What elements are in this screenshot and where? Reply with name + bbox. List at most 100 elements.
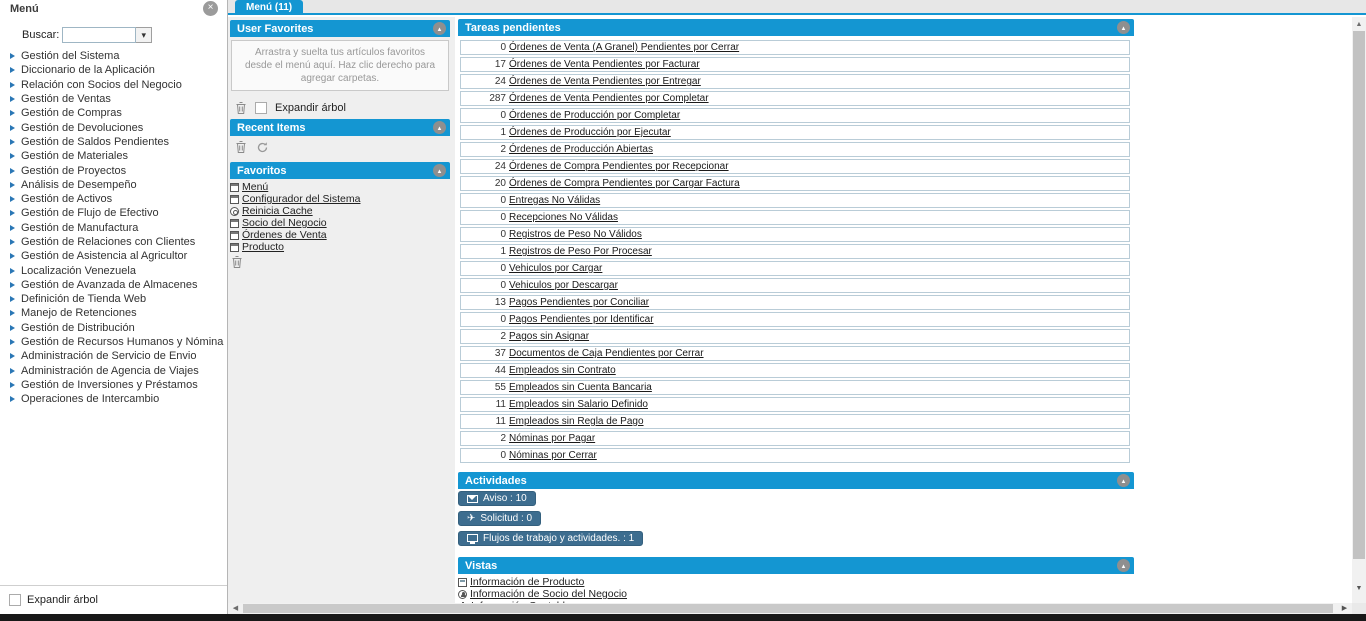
sidebar-menu-item[interactable]: Gestión de Manufactura: [10, 221, 225, 235]
sidebar-menu-item[interactable]: Gestión de Avanzada de Almacenes: [10, 278, 225, 292]
scroll-down-icon[interactable]: [1352, 583, 1366, 595]
scroll-right-icon[interactable]: [1338, 603, 1351, 614]
favorite-link[interactable]: Órdenes de Venta: [242, 229, 327, 241]
sidebar-menu-item[interactable]: Gestión de Flujo de Efectivo: [10, 206, 225, 220]
task-link[interactable]: Órdenes de Compra Pendientes por Recepci…: [509, 161, 729, 172]
chevron-right-icon[interactable]: [10, 82, 15, 88]
task-link[interactable]: Órdenes de Venta Pendientes por Completa…: [509, 93, 709, 104]
sidebar-menu-item[interactable]: Gestión de Compras: [10, 106, 225, 120]
favorite-link[interactable]: Menú: [242, 181, 268, 193]
expand-tree-checkbox[interactable]: [9, 594, 21, 606]
task-link[interactable]: Registros de Peso No Válidos: [509, 229, 642, 240]
chevron-right-icon[interactable]: [10, 67, 15, 73]
trash-icon[interactable]: [231, 255, 243, 269]
vertical-scrollbar[interactable]: [1352, 17, 1366, 603]
refresh-icon[interactable]: [256, 141, 269, 154]
task-link[interactable]: Pagos Pendientes por Identificar: [509, 314, 654, 325]
view-link[interactable]: Información de Socio del Negocio: [470, 588, 627, 600]
chevron-down-icon[interactable]: [136, 27, 152, 43]
favorite-link[interactable]: Socio del Negocio: [242, 217, 327, 229]
chevron-right-icon[interactable]: [10, 210, 15, 216]
task-link[interactable]: Recepciones No Válidas: [509, 212, 618, 223]
sidebar-menu-item[interactable]: Gestión de Recursos Humanos y Nómina: [10, 335, 225, 349]
task-link[interactable]: Registros de Peso Por Procesar: [509, 246, 652, 257]
trash-icon[interactable]: [235, 101, 247, 115]
sidebar-menu-item[interactable]: Gestión de Ventas: [10, 92, 225, 106]
task-link[interactable]: Empleados sin Salario Definido: [509, 399, 648, 410]
task-link[interactable]: Órdenes de Venta Pendientes por Entregar: [509, 76, 701, 87]
task-link[interactable]: Empleados sin Contrato: [509, 365, 616, 376]
task-link[interactable]: Nóminas por Pagar: [509, 433, 595, 444]
sidebar-menu-item[interactable]: Definición de Tienda Web: [10, 292, 225, 306]
chevron-right-icon[interactable]: [10, 310, 15, 316]
chevron-right-icon[interactable]: [10, 268, 15, 274]
task-link[interactable]: Órdenes de Producción por Ejecutar: [509, 127, 671, 138]
sidebar-menu-item[interactable]: Gestión de Inversiones y Préstamos: [10, 378, 225, 392]
sidebar-menu-item[interactable]: Gestión de Proyectos: [10, 163, 225, 177]
chevron-right-icon[interactable]: [10, 125, 15, 131]
task-link[interactable]: Órdenes de Producción por Completar: [509, 110, 680, 121]
task-link[interactable]: Documentos de Caja Pendientes por Cerrar: [509, 348, 704, 359]
sidebar-menu-item[interactable]: Diccionario de la Aplicación: [10, 63, 225, 77]
sidebar-menu-item[interactable]: Gestión de Distribución: [10, 321, 225, 335]
activity-button[interactable]: Solicitud : 0: [458, 511, 541, 526]
search-input[interactable]: [62, 27, 136, 43]
sidebar-menu-item[interactable]: Gestión del Sistema: [10, 49, 225, 63]
task-link[interactable]: Empleados sin Cuenta Bancaria: [509, 382, 652, 393]
collapse-icon[interactable]: [1117, 474, 1130, 487]
collapse-icon[interactable]: [1117, 21, 1130, 34]
task-link[interactable]: Pagos sin Asignar: [509, 331, 589, 342]
task-link[interactable]: Órdenes de Compra Pendientes por Cargar …: [509, 178, 740, 189]
sidebar-menu-item[interactable]: Gestión de Materiales: [10, 149, 225, 163]
view-link[interactable]: Información de Producto: [470, 576, 584, 588]
chevron-right-icon[interactable]: [10, 168, 15, 174]
task-link[interactable]: Órdenes de Venta Pendientes por Facturar: [509, 59, 700, 70]
task-link[interactable]: Órdenes de Venta (A Granel) Pendientes p…: [509, 42, 739, 53]
favorite-link[interactable]: Reinicia Cache: [242, 205, 313, 217]
task-link[interactable]: Nóminas por Cerrar: [509, 450, 597, 461]
task-link[interactable]: Vehiculos por Descargar: [509, 280, 618, 291]
vertical-scroll-thumb[interactable]: [1353, 31, 1365, 559]
horizontal-scrollbar[interactable]: [228, 603, 1352, 614]
favorite-link[interactable]: Configurador del Sistema: [242, 193, 360, 205]
task-link[interactable]: Órdenes de Producción Abiertas: [509, 144, 653, 155]
sidebar-menu-item[interactable]: Localización Venezuela: [10, 263, 225, 277]
sidebar-menu-item[interactable]: Análisis de Desempeño: [10, 178, 225, 192]
expand-tree-checkbox[interactable]: [255, 102, 267, 114]
collapse-icon[interactable]: [433, 164, 446, 177]
chevron-right-icon[interactable]: [10, 282, 15, 288]
chevron-right-icon[interactable]: [10, 139, 15, 145]
chevron-right-icon[interactable]: [10, 296, 15, 302]
collapse-icon[interactable]: [1117, 559, 1130, 572]
activity-button[interactable]: Aviso : 10: [458, 491, 536, 506]
sidebar-menu-item[interactable]: Relación con Socios del Negocio: [10, 78, 225, 92]
chevron-right-icon[interactable]: [10, 382, 15, 388]
task-link[interactable]: Vehiculos por Cargar: [509, 263, 602, 274]
chevron-right-icon[interactable]: [10, 339, 15, 345]
chevron-right-icon[interactable]: [10, 396, 15, 402]
task-link[interactable]: Pagos Pendientes por Conciliar: [509, 297, 649, 308]
collapse-icon[interactable]: [433, 121, 446, 134]
sidebar-menu-item[interactable]: Manejo de Retenciones: [10, 306, 225, 320]
chevron-right-icon[interactable]: [10, 325, 15, 331]
chevron-right-icon[interactable]: [10, 368, 15, 374]
chevron-right-icon[interactable]: [10, 353, 15, 359]
sidebar-menu-item[interactable]: Operaciones de Intercambio: [10, 392, 225, 406]
chevron-right-icon[interactable]: [10, 153, 15, 159]
chevron-right-icon[interactable]: [10, 253, 15, 259]
chevron-right-icon[interactable]: [10, 239, 15, 245]
favorite-link[interactable]: Producto: [242, 241, 284, 253]
sidebar-menu-item[interactable]: Gestión de Saldos Pendientes: [10, 135, 225, 149]
activity-button[interactable]: Flujos de trabajo y actividades. : 1: [458, 531, 643, 546]
chevron-right-icon[interactable]: [10, 196, 15, 202]
scroll-up-icon[interactable]: [1352, 19, 1366, 31]
chevron-right-icon[interactable]: [10, 225, 15, 231]
collapse-icon[interactable]: [433, 22, 446, 35]
close-icon[interactable]: [203, 1, 218, 16]
horizontal-scroll-thumb[interactable]: [243, 604, 1333, 613]
task-link[interactable]: Entregas No Válidas: [509, 195, 600, 206]
chevron-right-icon[interactable]: [10, 96, 15, 102]
chevron-right-icon[interactable]: [10, 53, 15, 59]
sidebar-menu-item[interactable]: Gestión de Relaciones con Clientes: [10, 235, 225, 249]
sidebar-menu-item[interactable]: Gestión de Asistencia al Agricultor: [10, 249, 225, 263]
